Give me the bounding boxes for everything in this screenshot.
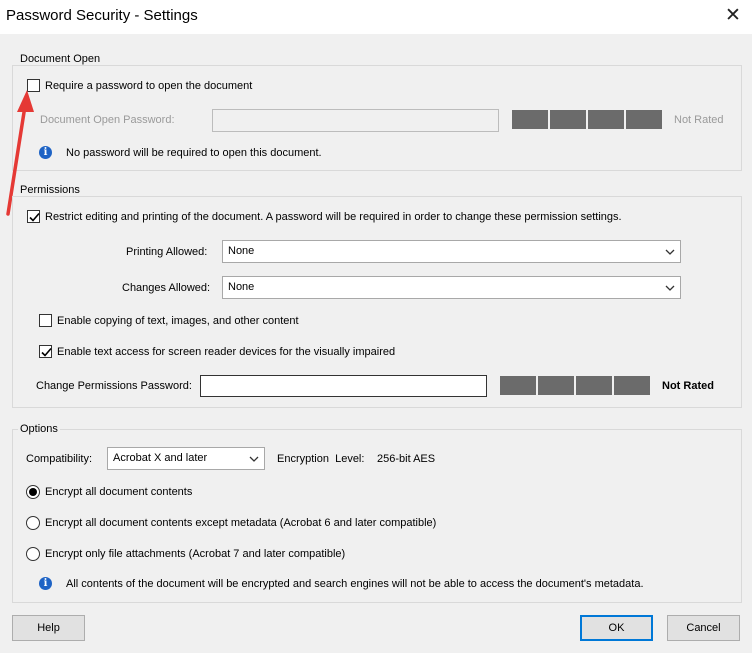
- permissions-password-label: Change Permissions Password:: [36, 380, 192, 392]
- chevron-down-icon: [249, 456, 259, 462]
- require-password-label[interactable]: Require a password to open the document: [45, 80, 252, 92]
- screen-reader-label[interactable]: Enable text access for screen reader dev…: [57, 346, 395, 358]
- compatibility-select[interactable]: Acrobat X and later: [107, 447, 265, 470]
- screen-reader-checkbox[interactable]: [39, 345, 52, 358]
- document-open-password-label: Document Open Password:: [40, 114, 175, 126]
- cancel-button[interactable]: Cancel: [667, 615, 740, 641]
- window-title: Password Security - Settings: [6, 7, 198, 24]
- encrypt-all-radio[interactable]: [26, 485, 40, 499]
- encrypt-attachments-label[interactable]: Encrypt only file attachments (Acrobat 7…: [45, 548, 345, 560]
- encryption-level-value: 256-bit AES: [377, 453, 436, 465]
- document-open-group-label: Document Open: [18, 53, 103, 65]
- changes-allowed-select[interactable]: None: [222, 276, 681, 299]
- changes-allowed-value: None: [228, 281, 255, 293]
- printing-allowed-select[interactable]: None: [222, 240, 681, 263]
- chevron-down-icon: [665, 285, 675, 291]
- enable-copying-checkbox[interactable]: [39, 314, 52, 327]
- encrypt-except-metadata-radio[interactable]: [26, 516, 40, 530]
- ok-button[interactable]: OK: [580, 615, 653, 641]
- info-icon: i: [39, 577, 52, 590]
- permissions-password-field[interactable]: [200, 375, 487, 397]
- permissions-rating: Not Rated: [662, 380, 714, 392]
- changes-allowed-label: Changes Allowed:: [122, 282, 211, 294]
- permissions-strength-meter: [500, 376, 650, 395]
- restrict-editing-label[interactable]: Restrict editing and printing of the doc…: [45, 211, 622, 223]
- options-group-label: Options: [18, 423, 60, 435]
- document-open-strength-meter: [512, 110, 662, 129]
- document-open-info-text: No password will be required to open thi…: [66, 147, 322, 159]
- enable-copying-label[interactable]: Enable copying of text, images, and othe…: [57, 315, 299, 327]
- encrypt-all-label[interactable]: Encrypt all document contents: [45, 486, 192, 498]
- permissions-group-label: Permissions: [18, 184, 82, 196]
- printing-allowed-label: Printing Allowed:: [126, 246, 208, 258]
- close-icon[interactable]: ✕: [718, 2, 748, 30]
- compatibility-value: Acrobat X and later: [113, 452, 208, 464]
- encrypt-except-metadata-label[interactable]: Encrypt all document contents except met…: [45, 517, 436, 529]
- encryption-level-label: Encryption Level:: [277, 453, 365, 465]
- encrypt-attachments-radio[interactable]: [26, 547, 40, 561]
- document-open-password-field: [212, 109, 499, 132]
- info-icon: i: [39, 146, 52, 159]
- restrict-editing-checkbox[interactable]: [27, 210, 40, 223]
- help-button[interactable]: Help: [12, 615, 85, 641]
- options-info-text: All contents of the document will be enc…: [66, 578, 644, 590]
- compatibility-label: Compatibility:: [26, 453, 93, 465]
- printing-allowed-value: None: [228, 245, 255, 257]
- document-open-rating: Not Rated: [674, 114, 724, 126]
- chevron-down-icon: [665, 249, 675, 255]
